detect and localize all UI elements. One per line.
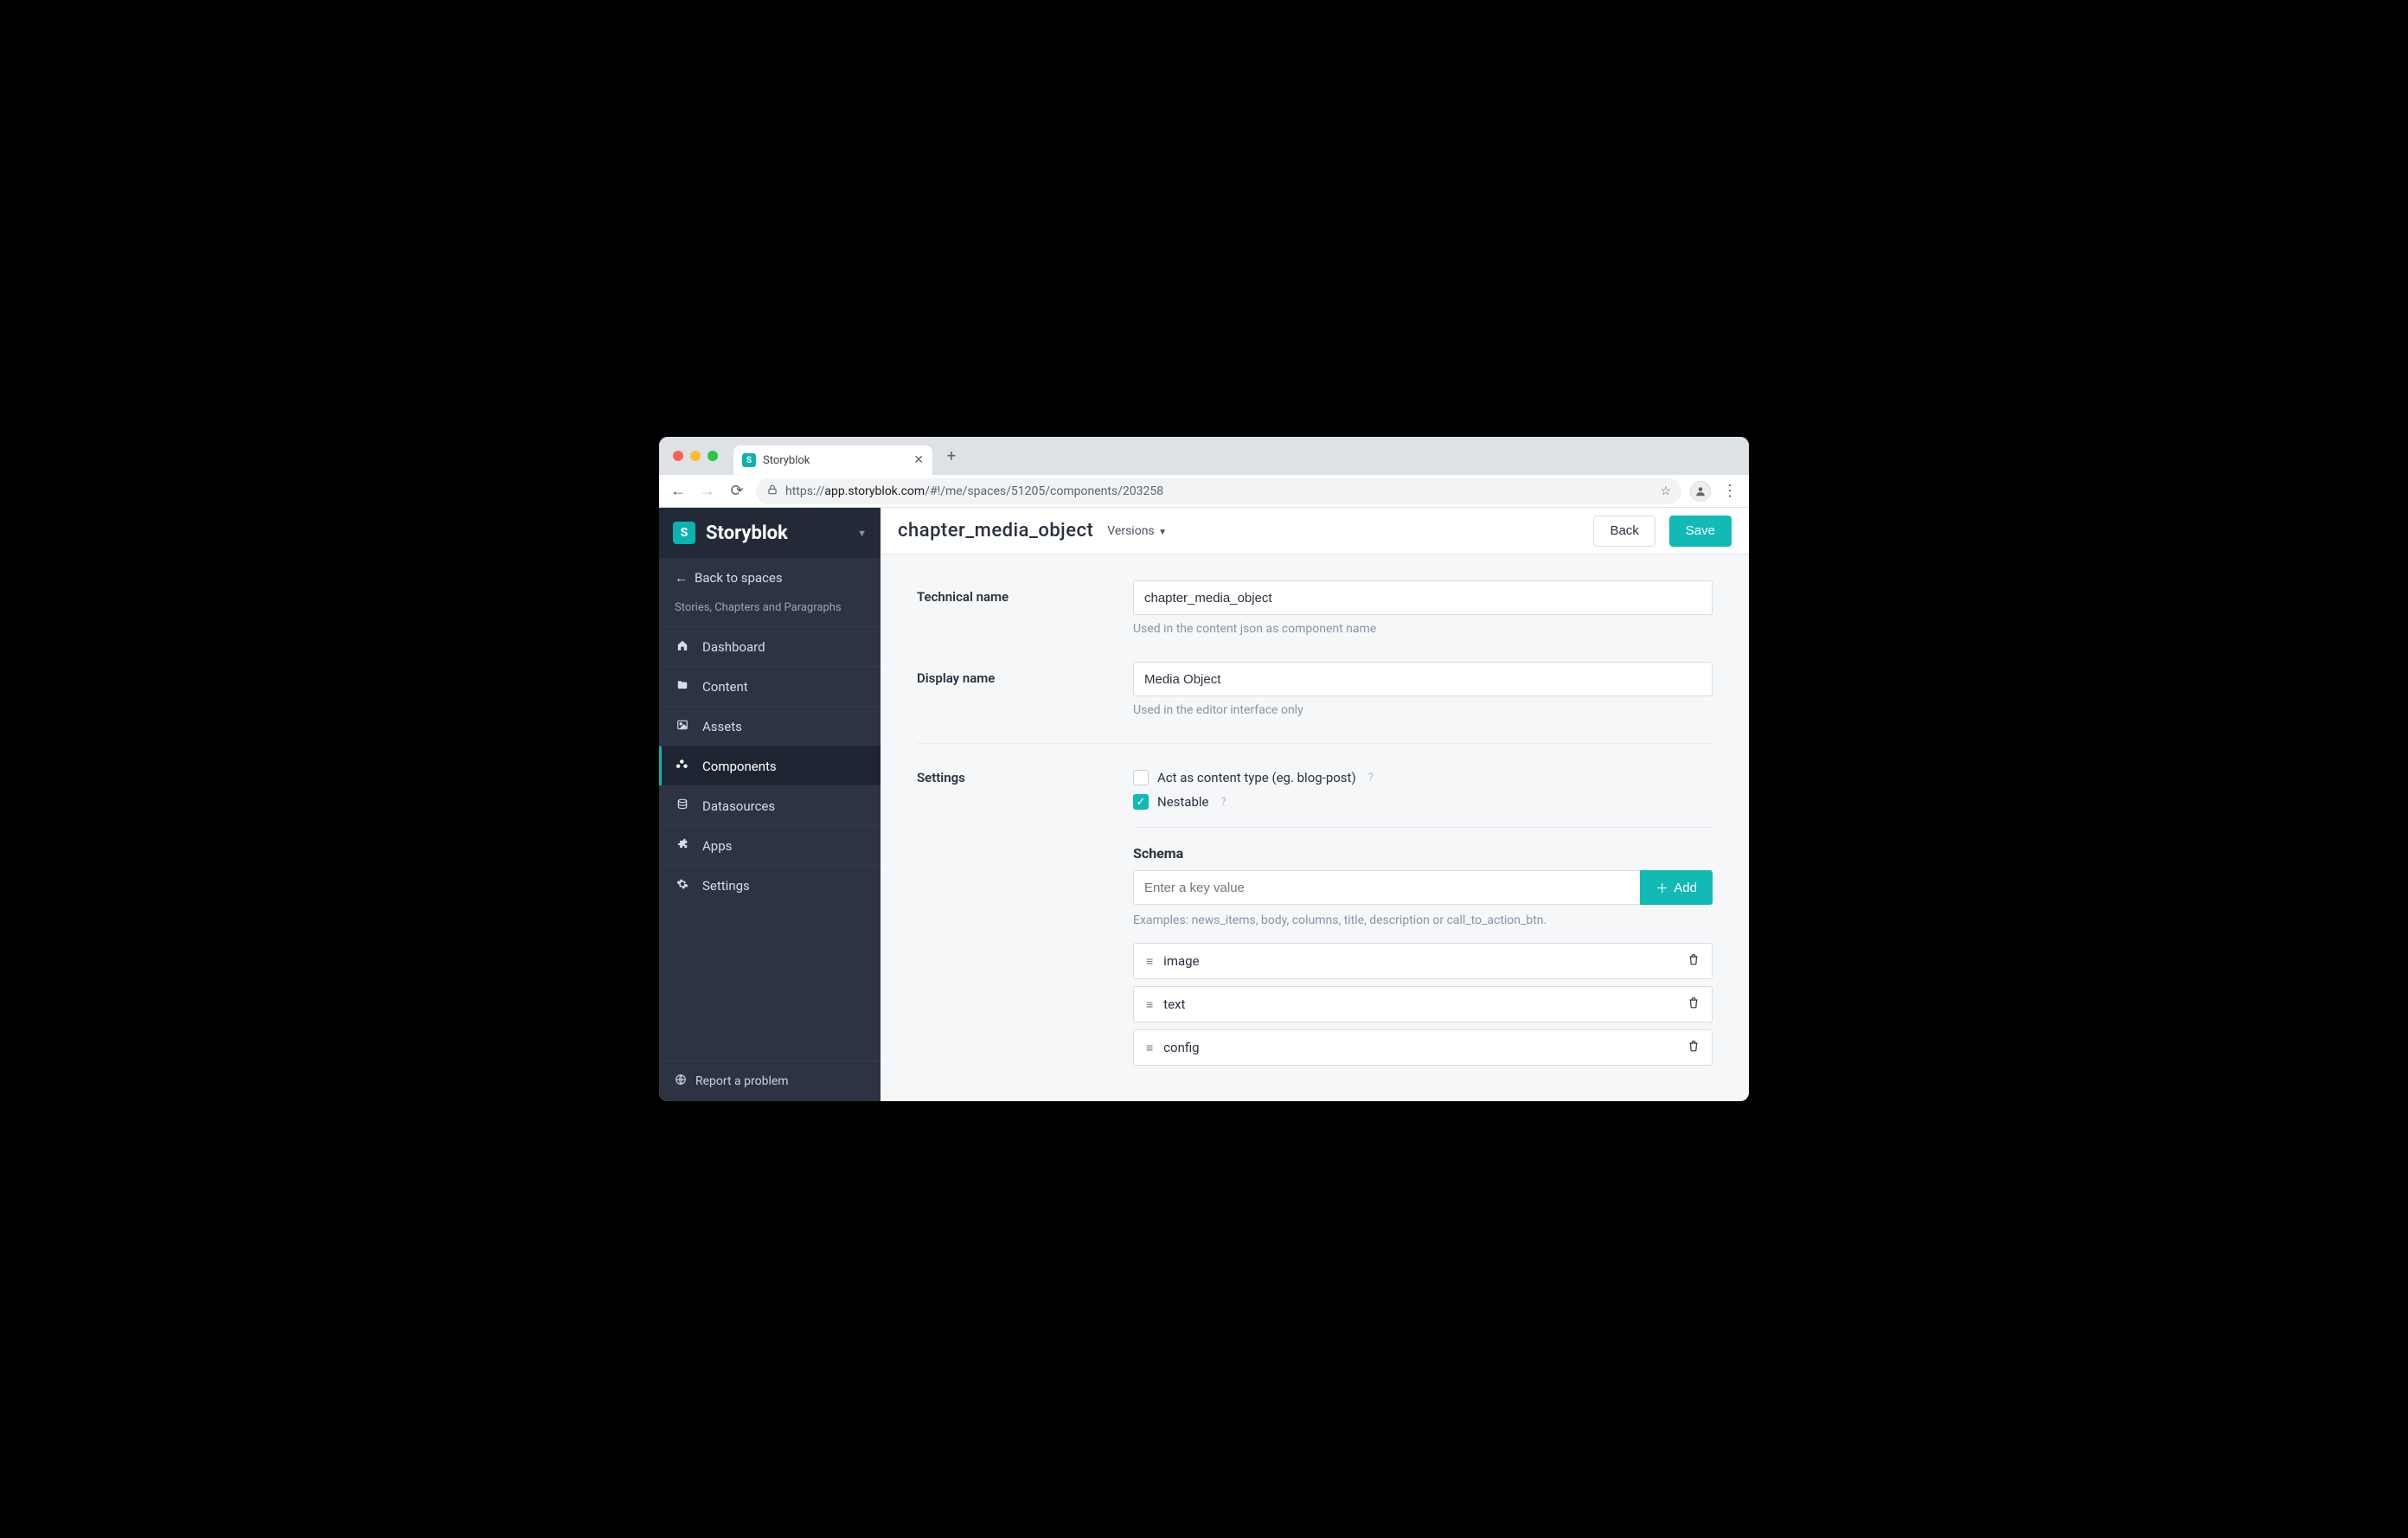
plus-icon: ＋ — [1656, 879, 1668, 897]
schema-heading: Schema — [1133, 845, 1713, 862]
sidebar-item-components[interactable]: Components — [659, 746, 881, 785]
save-button[interactable]: Save — [1669, 516, 1732, 547]
divider — [1133, 827, 1713, 828]
checkbox-nestable[interactable]: ✓ — [1133, 794, 1149, 810]
sidebar-item-apps[interactable]: Apps — [659, 825, 881, 865]
drag-handle-icon[interactable]: ≡ — [1146, 997, 1153, 1012]
schema-key-input[interactable] — [1133, 870, 1640, 905]
url-text: https://app.storyblok.com/#!/me/spaces/5… — [785, 484, 1163, 498]
close-window-icon[interactable] — [673, 451, 683, 461]
sidebar-item-assets[interactable]: Assets — [659, 706, 881, 746]
checkbox-nestable-row[interactable]: ✓ Nestable ? — [1133, 794, 1713, 810]
schema-item[interactable]: ≡ image — [1133, 943, 1713, 979]
profile-avatar[interactable] — [1690, 481, 1711, 502]
puzzle-icon — [675, 838, 690, 854]
schema-item-name: config — [1163, 1040, 1677, 1055]
schema-list: ≡ image ≡ text ≡ config — [1133, 943, 1713, 1066]
schema-item-name: text — [1163, 996, 1677, 1012]
schema-item-name: image — [1163, 953, 1677, 969]
content-scroll[interactable]: Technical name Used in the content json … — [881, 554, 1749, 1101]
globe-icon — [675, 1073, 687, 1089]
browser-window: S Storyblok ✕ + ← → ⟳ https://app.storyb… — [659, 437, 1749, 1101]
browser-tab[interactable]: S Storyblok ✕ — [733, 445, 932, 475]
divider — [917, 743, 1713, 744]
schema-examples: Examples: news_items, body, columns, tit… — [1133, 913, 1713, 927]
traffic-lights — [668, 451, 727, 461]
sidebar: S Storyblok ▼ ←Back to spaces Stories, C… — [659, 508, 881, 1101]
schema-item[interactable]: ≡ text — [1133, 986, 1713, 1022]
drag-handle-icon[interactable]: ≡ — [1146, 954, 1153, 969]
close-tab-icon[interactable]: ✕ — [913, 453, 924, 467]
display-name-label: Display name — [917, 662, 1107, 686]
tab-title: Storyblok — [763, 454, 906, 467]
sidebar-item-content[interactable]: Content — [659, 666, 881, 706]
back-button[interactable]: Back — [1593, 516, 1655, 547]
reload-icon[interactable]: ⟳ — [727, 482, 747, 500]
browser-toolbar: ← → ⟳ https://app.storyblok.com/#!/me/sp… — [659, 475, 1749, 508]
help-icon[interactable]: ? — [1221, 796, 1226, 809]
sidebar-item-datasources[interactable]: Datasources — [659, 785, 881, 825]
gear-icon — [675, 878, 690, 894]
field-display-name: Display name Used in the editor interfac… — [917, 662, 1713, 717]
storyblok-favicon-icon: S — [742, 453, 756, 467]
checkbox-content-type-row[interactable]: Act as content type (eg. blog-post) ? — [1133, 770, 1713, 785]
home-icon — [675, 639, 690, 655]
brand-name: Storyblok — [706, 522, 788, 544]
minimize-window-icon[interactable] — [690, 451, 701, 461]
url-bar[interactable]: https://app.storyblok.com/#!/me/spaces/5… — [756, 478, 1681, 504]
schema-item[interactable]: ≡ config — [1133, 1029, 1713, 1066]
checkbox-content-type[interactable] — [1133, 770, 1149, 785]
space-name-label: Stories, Chapters and Paragraphs — [659, 598, 881, 626]
display-name-input[interactable] — [1133, 662, 1713, 696]
lock-icon — [766, 484, 778, 498]
versions-dropdown[interactable]: Versions ▼ — [1107, 524, 1167, 538]
report-problem-link[interactable]: Report a problem — [659, 1061, 881, 1101]
back-to-spaces-link[interactable]: ←Back to spaces — [659, 558, 881, 598]
help-icon[interactable]: ? — [1368, 772, 1374, 785]
browser-tabstrip: S Storyblok ✕ + — [659, 437, 1749, 475]
new-tab-button[interactable]: + — [939, 444, 964, 468]
cubes-icon — [675, 759, 690, 774]
nav-back-icon[interactable]: ← — [668, 482, 688, 500]
trash-icon[interactable] — [1688, 1040, 1700, 1055]
maximize-window-icon[interactable] — [708, 451, 718, 461]
sidebar-item-settings[interactable]: Settings — [659, 865, 881, 905]
trash-icon[interactable] — [1688, 953, 1700, 969]
image-icon — [675, 719, 690, 734]
brand-header[interactable]: S Storyblok ▼ — [659, 508, 881, 558]
field-technical-name: Technical name Used in the content json … — [917, 580, 1713, 636]
sidebar-item-dashboard[interactable]: Dashboard — [659, 626, 881, 666]
field-settings: Settings Act as content type (eg. blog-p… — [917, 770, 1713, 1073]
page-title: chapter_media_object — [898, 520, 1093, 542]
technical-name-input[interactable] — [1133, 580, 1713, 615]
bookmark-star-icon[interactable]: ☆ — [1660, 484, 1671, 498]
kebab-menu-icon[interactable]: ⋮ — [1720, 482, 1740, 500]
folder-icon — [675, 679, 690, 695]
topbar: chapter_media_object Versions ▼ Back Sav… — [881, 508, 1749, 554]
database-icon — [675, 798, 690, 814]
arrow-left-icon: ← — [675, 570, 688, 586]
app-body: S Storyblok ▼ ←Back to spaces Stories, C… — [659, 508, 1749, 1101]
technical-name-help: Used in the content json as component na… — [1133, 622, 1713, 636]
nav-forward-icon: → — [697, 482, 718, 500]
technical-name-label: Technical name — [917, 580, 1107, 605]
storyblok-logo-icon: S — [673, 522, 695, 544]
drag-handle-icon[interactable]: ≡ — [1146, 1041, 1153, 1055]
schema-add-button[interactable]: ＋Add — [1640, 870, 1713, 905]
schema-add-row: ＋Add — [1133, 870, 1713, 905]
main: chapter_media_object Versions ▼ Back Sav… — [881, 508, 1749, 1101]
chevron-down-icon[interactable]: ▼ — [857, 528, 867, 539]
caret-down-icon: ▼ — [1156, 528, 1167, 537]
display-name-help: Used in the editor interface only — [1133, 703, 1713, 717]
settings-label: Settings — [917, 770, 1107, 785]
trash-icon[interactable] — [1688, 996, 1700, 1012]
sidebar-nav: Dashboard Content Assets — [659, 626, 881, 905]
